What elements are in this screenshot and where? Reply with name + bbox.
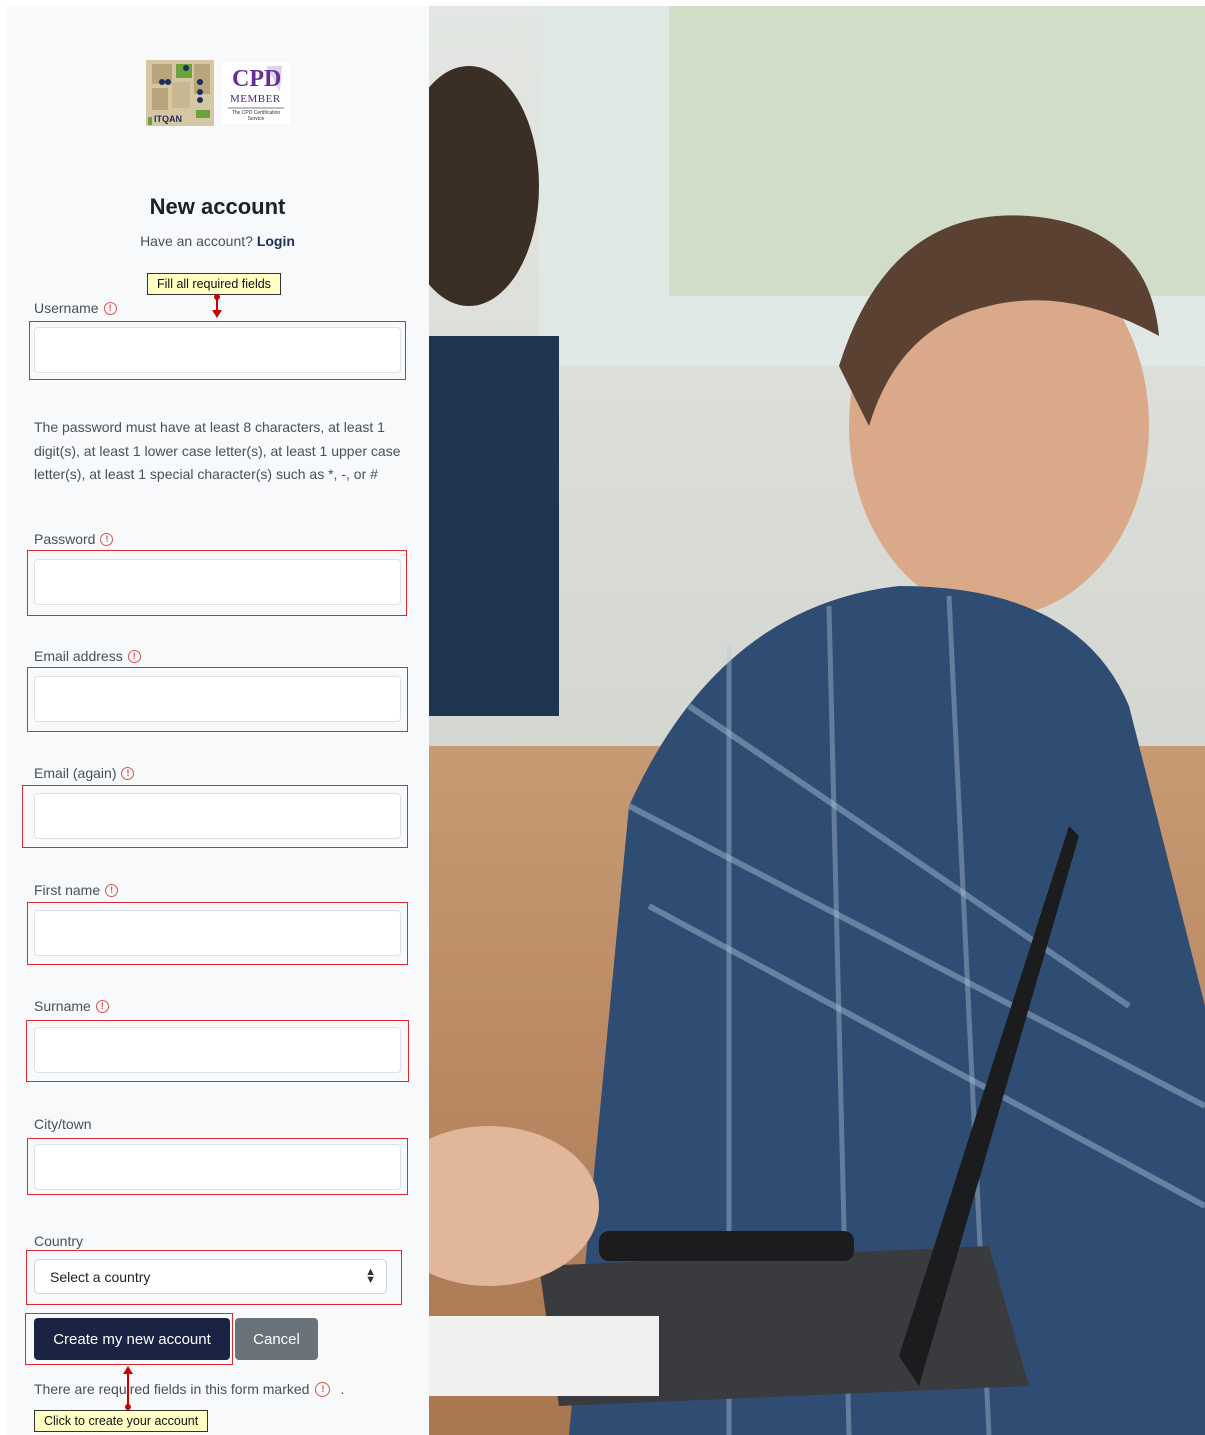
first-name-label-text: First name — [34, 882, 101, 898]
itqan-logo: ITQAN — [146, 60, 214, 126]
required-note-period: . — [340, 1381, 345, 1397]
first-name-input[interactable] — [34, 910, 401, 956]
surname-label: Surname ! — [34, 998, 109, 1014]
city-label-text: City/town — [34, 1116, 92, 1132]
first-name-label: First name ! — [34, 882, 119, 898]
password-label-text: Password — [34, 531, 96, 547]
city-label: City/town — [34, 1116, 92, 1132]
surname-label-text: Surname — [34, 998, 91, 1014]
required-icon: ! — [105, 883, 119, 897]
itqan-logo-text: ITQAN — [154, 114, 182, 124]
required-fields-note: There are required fields in this form m… — [34, 1381, 344, 1397]
country-select[interactable]: Select a country ▲ ▼ — [34, 1259, 387, 1294]
cpd-logo-text: CPD — [232, 66, 282, 92]
create-account-callout: Click to create your account — [34, 1410, 209, 1432]
cancel-button[interactable]: Cancel — [235, 1318, 318, 1360]
login-link[interactable]: Login — [257, 233, 295, 249]
cpd-member-logo: CPD MEMBER The CPD Certification Service — [222, 62, 290, 124]
login-prompt-text: Have an account? — [140, 233, 253, 249]
cpd-logo-sub: MEMBER — [230, 93, 281, 105]
required-fields-callout: Fill all required fields — [147, 273, 281, 295]
country-label-text: Country — [34, 1233, 84, 1249]
username-label: Username ! — [34, 300, 117, 316]
username-label-text: Username — [34, 300, 99, 316]
login-prompt: Have an account? Login — [0, 233, 435, 249]
callout-arrow-line — [216, 297, 218, 311]
email-label-text: Email address — [34, 648, 123, 664]
required-icon: ! — [315, 1381, 331, 1397]
email-again-label: Email (again) ! — [34, 765, 135, 781]
email-again-input[interactable] — [34, 793, 401, 839]
required-icon: ! — [103, 301, 117, 315]
email-input[interactable] — [34, 676, 401, 722]
city-input[interactable] — [34, 1144, 401, 1190]
email-label: Email address ! — [34, 648, 141, 664]
classroom-photo — [429, 6, 1205, 1435]
country-label: Country — [34, 1233, 83, 1249]
username-input[interactable] — [34, 327, 401, 373]
cpd-logo-caption: The CPD Certification Service — [231, 110, 281, 122]
required-icon: ! — [127, 649, 141, 663]
create-callout-arrow-line — [127, 1373, 129, 1407]
surname-input[interactable] — [34, 1027, 401, 1073]
password-requirements-note: The password must have at least 8 charac… — [34, 419, 401, 482]
required-icon: ! — [95, 999, 109, 1013]
password-label: Password ! — [34, 531, 114, 547]
country-select-value: Select a country — [50, 1268, 151, 1285]
required-icon: ! — [100, 532, 114, 546]
updown-caret-icon: ▲ ▼ — [365, 1266, 376, 1286]
password-input[interactable] — [34, 559, 401, 605]
callout-arrow-head — [212, 310, 222, 318]
page-title: New account — [149, 194, 286, 219]
required-icon: ! — [121, 766, 135, 780]
create-account-button[interactable]: Create my new account — [34, 1318, 230, 1360]
required-note-text: There are required fields in this form m… — [34, 1381, 310, 1397]
email-again-label-text: Email (again) — [34, 765, 117, 781]
